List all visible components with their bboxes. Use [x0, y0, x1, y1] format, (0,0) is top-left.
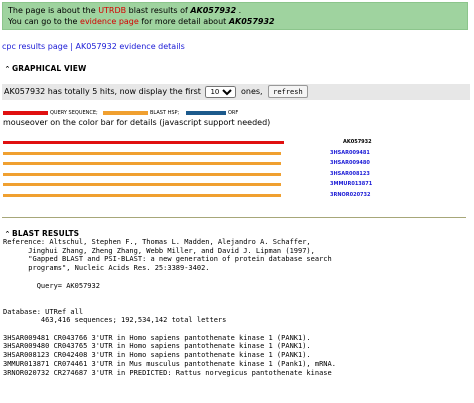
query-label: AK057932 [343, 139, 372, 145]
hits-control-bar: AK057932 has totally 5 hits, now display… [2, 84, 470, 100]
link-separator: | [70, 42, 73, 51]
top-links: cpc results page | AK057932 evidence det… [2, 42, 185, 51]
notice-text: blast results of [126, 6, 191, 15]
section-title: BLAST RESULTS [12, 229, 80, 238]
evidence-page-link[interactable]: evidence page [80, 17, 139, 26]
display-count-select[interactable]: 10 [205, 85, 237, 98]
notice-line-1: The page is about the UTRDB blast result… [8, 5, 462, 16]
notice-text: The page is about the [8, 6, 99, 15]
collapse-chevron-icon[interactable]: ⌃ [3, 230, 12, 238]
graphical-view-heading[interactable]: ⌃ GRAPHICAL VIEW [3, 64, 87, 73]
notice-line-2: You can go to the evidence page for more… [8, 16, 462, 27]
blast-hsp-bar[interactable] [3, 162, 281, 165]
collapse-chevron-icon[interactable]: ⌃ [3, 65, 12, 73]
hsp-swatch [103, 111, 148, 115]
notice-banner: The page is about the UTRDB blast result… [2, 2, 468, 30]
notice-text: . [236, 6, 242, 15]
sequence-id: AK057932 [190, 6, 237, 15]
legend-query: QUERY SEQUENCE; [50, 110, 98, 116]
blast-hsp-bar[interactable] [3, 173, 281, 176]
cpc-results-link[interactable]: cpc results page [2, 42, 68, 51]
ones-label: ones, [241, 87, 263, 96]
hit-link[interactable]: 3RNOR020732 [330, 192, 371, 199]
notice-text: for more detail about [138, 17, 229, 26]
hit-link[interactable]: 3HSAR009481 [330, 150, 370, 157]
mouseover-hint: mouseover on the color bar for details (… [3, 118, 271, 127]
query-sequence-bar[interactable] [3, 141, 284, 144]
hits-summary: AK057932 has totally 5 hits, now display… [4, 87, 201, 96]
legend-hsp: BLAST HSP; [150, 110, 180, 116]
legend-orf: ORF [228, 110, 239, 116]
query-swatch [3, 111, 48, 115]
sequence-id: AK057932 [228, 17, 275, 26]
section-title: GRAPHICAL VIEW [12, 64, 87, 73]
blast-hsp-bar[interactable] [3, 152, 281, 155]
hit-link[interactable]: 3HSAR009480 [330, 160, 370, 167]
blast-hsp-bar[interactable] [3, 194, 281, 197]
blast-output: Reference: Altschul, Stephen F., Thomas … [3, 238, 336, 377]
orf-swatch [186, 111, 226, 115]
notice-text: You can go to the [8, 17, 81, 26]
hit-link[interactable]: 3MMUR013871 [330, 181, 372, 188]
evidence-details-link[interactable]: AK057932 evidence details [76, 42, 185, 51]
blast-hsp-bar[interactable] [3, 183, 281, 186]
blast-results-heading[interactable]: ⌃ BLAST RESULTS [3, 229, 80, 238]
refresh-button[interactable]: refresh [268, 85, 308, 98]
hit-link[interactable]: 3HSAR008123 [330, 171, 370, 178]
section-divider [2, 217, 466, 218]
utrdb-link[interactable]: UTRDB [98, 6, 126, 15]
